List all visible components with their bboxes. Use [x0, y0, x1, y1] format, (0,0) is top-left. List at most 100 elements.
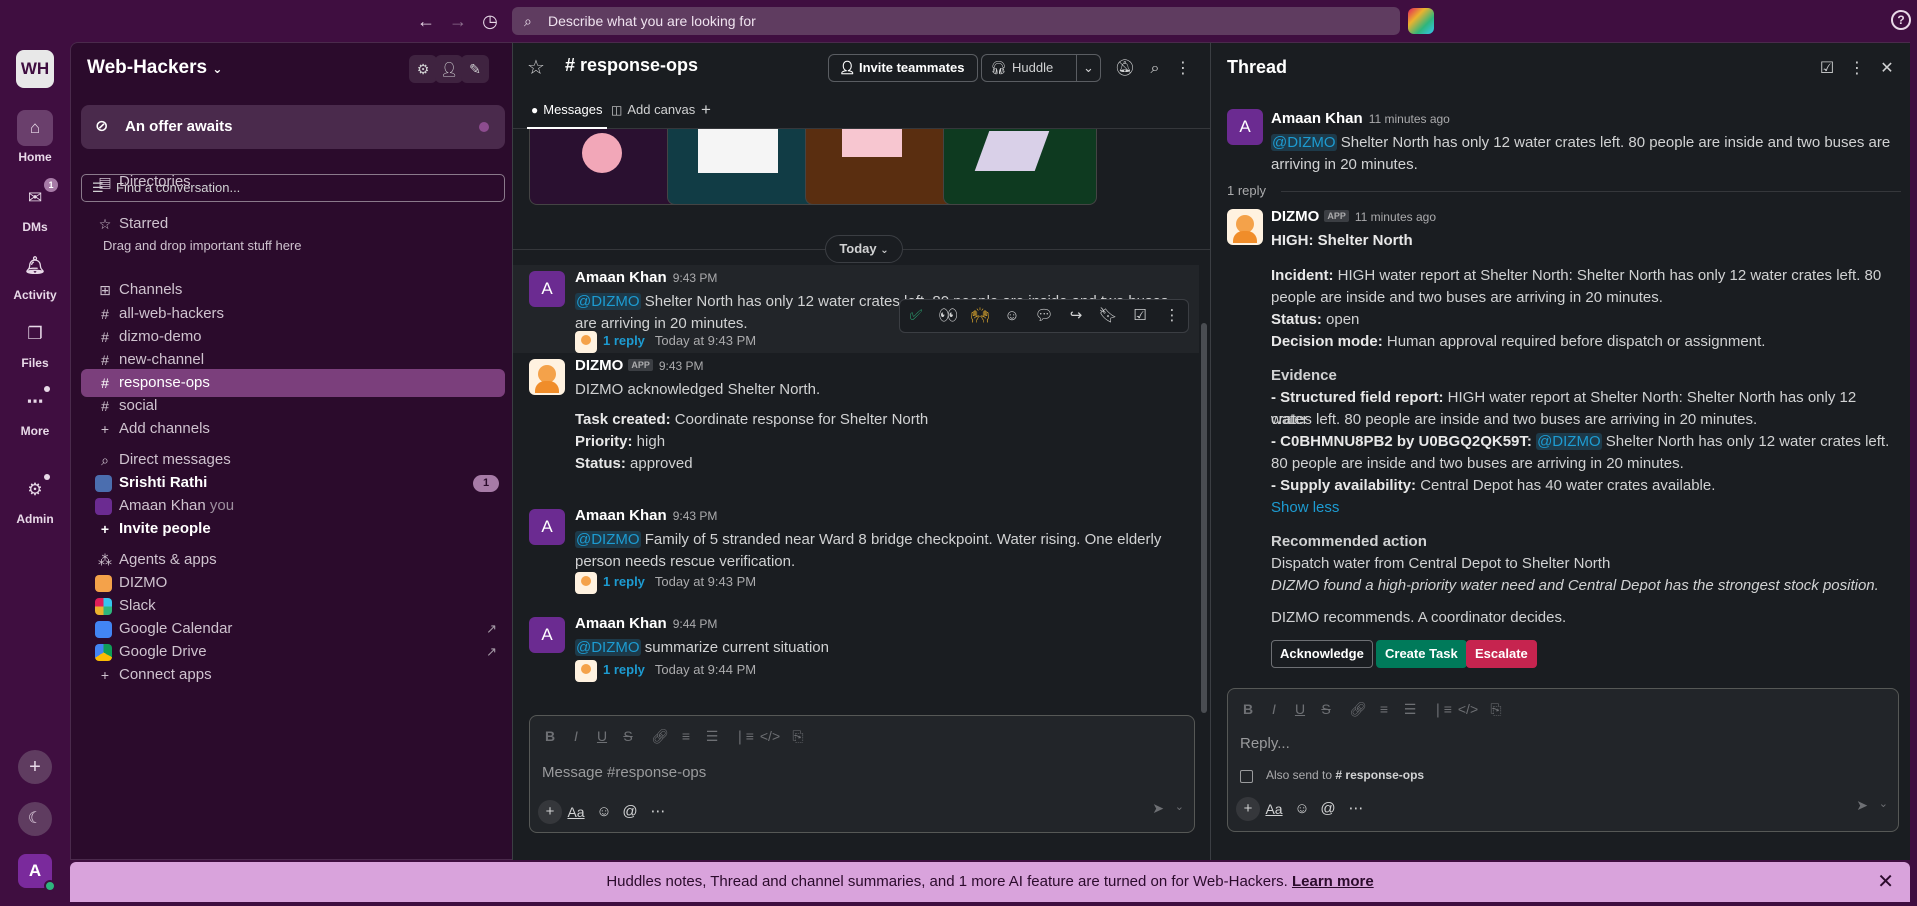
back-arrow-icon[interactable]: ← [414, 9, 438, 33]
bookmark-icon[interactable]: 🔖︎ [1092, 300, 1124, 332]
invite-teammates-button[interactable]: 👤︎ Invite teammates [828, 54, 978, 82]
bullet-list-icon[interactable]: ☰ [1398, 697, 1422, 721]
more-options-icon[interactable]: ⋯ [646, 800, 670, 824]
workspace-avatar[interactable]: WH [16, 50, 54, 88]
add-tab-plus-icon[interactable]: + [701, 93, 711, 129]
close-icon[interactable]: ✕ [1873, 55, 1901, 83]
close-icon[interactable]: ✕ [1877, 862, 1894, 902]
forward-icon[interactable]: ↪ [1060, 300, 1092, 332]
kebab-menu-icon[interactable]: ⋮ [1169, 55, 1197, 83]
escalate-button[interactable]: Escalate [1466, 640, 1537, 668]
message-time[interactable]: 9:43 PM [673, 509, 718, 523]
learn-more-link[interactable]: Learn more [1292, 873, 1374, 890]
send-icon[interactable]: ➤ [1152, 800, 1164, 817]
underline-icon[interactable]: U [1288, 697, 1312, 721]
code-icon[interactable]: </> [758, 724, 782, 748]
avatar[interactable]: A [1227, 109, 1263, 145]
chevron-down-icon[interactable]: ⌄ [1879, 797, 1888, 810]
user-avatar[interactable]: A [18, 854, 56, 892]
today-date-button[interactable]: Today ⌄ [825, 235, 903, 263]
thread-replies[interactable]: 1 reply Today at 9:44 PM [575, 659, 756, 682]
ordered-list-icon[interactable]: ≡ [1372, 697, 1396, 721]
reply-count-link[interactable]: 1 reply [603, 662, 645, 677]
attach-plus-icon[interactable]: + [538, 800, 562, 824]
reply-composer[interactable]: B I U S 🔗︎ ≡ ☰ ❘≡ </> ⎘ Reply... Also se… [1227, 688, 1899, 832]
add-channels-button[interactable]: + Add channels [81, 415, 505, 443]
send-icon[interactable]: ➤ [1856, 797, 1868, 814]
illustration-thumbnail[interactable] [529, 129, 683, 205]
help-icon[interactable]: ? [1891, 10, 1911, 30]
checklist-icon[interactable]: ☑ [1124, 300, 1156, 332]
thread-replies[interactable]: 1 reply Today at 9:43 PM [575, 330, 756, 353]
eyes-reaction-icon[interactable]: 👀︎ [932, 300, 964, 332]
emoji-icon[interactable]: ☺ [592, 800, 616, 824]
reply-thread-icon[interactable]: 💬︎ [1028, 300, 1060, 332]
reply-count-link[interactable]: 1 reply [603, 574, 645, 589]
author-name[interactable]: DIZMO [1271, 208, 1319, 225]
avatar[interactable]: A [529, 271, 565, 307]
ai-assistant-icon[interactable] [1408, 8, 1434, 34]
italic-icon[interactable]: I [1262, 697, 1286, 721]
settings-gear-icon[interactable]: ⚙ [409, 55, 437, 83]
rail-more[interactable]: ⋯ More [0, 384, 70, 438]
strikethrough-icon[interactable]: S [616, 724, 640, 748]
show-less-link[interactable]: Show less [1271, 497, 1891, 519]
scrollbar[interactable] [1201, 323, 1207, 713]
code-block-icon[interactable]: ⎘ [1484, 697, 1508, 721]
bullet-list-icon[interactable]: ☰ [700, 724, 724, 748]
message-item[interactable]: DIZMO APP 9:43 PM DIZMO acknowledged Shelt… [513, 355, 1199, 472]
ordered-list-icon[interactable]: ≡ [674, 724, 698, 748]
search-icon[interactable]: ⌕ [1141, 55, 1169, 83]
history-icon[interactable]: ◷ [478, 9, 502, 33]
kebab-menu-icon[interactable]: ⋮ [1843, 55, 1871, 83]
mention-link[interactable]: @DIZMO [575, 293, 641, 310]
add-reaction-icon[interactable]: ☺ [996, 300, 1028, 332]
bold-icon[interactable]: B [1236, 697, 1260, 721]
rail-admin[interactable]: ⚙ Admin [0, 472, 70, 526]
sidebar-directories[interactable]: ▤ Directories [81, 168, 505, 196]
blockquote-icon[interactable]: ❘≡ [732, 724, 756, 748]
avatar[interactable]: A [529, 617, 565, 653]
also-send-checkbox[interactable] [1240, 770, 1253, 783]
chevron-down-icon[interactable]: ⌄ [1076, 55, 1100, 81]
compose-icon[interactable]: ✎ [461, 55, 489, 83]
create-plus-icon[interactable]: + [18, 750, 52, 784]
reply-count-link[interactable]: 1 reply [603, 333, 645, 348]
text-format-icon[interactable]: Aa [1262, 797, 1286, 821]
more-options-icon[interactable]: ⋯ [1344, 797, 1368, 821]
author-name[interactable]: Amaan Khan [575, 615, 667, 632]
workspace-name[interactable]: Web-Hackers ⌄ [87, 57, 222, 79]
search-input[interactable]: ⌕ Describe what you are looking for [512, 7, 1400, 35]
huddle-button[interactable]: 🎧︎ Huddle ⌄ [981, 54, 1101, 82]
mention-link[interactable]: @DIZMO [1271, 134, 1337, 151]
raised-hands-reaction-icon[interactable]: 🙌︎ [964, 300, 996, 332]
text-format-icon[interactable]: Aa [564, 800, 588, 824]
show-less-text[interactable]: Show less [1271, 499, 1339, 516]
code-icon[interactable]: </> [1456, 697, 1480, 721]
author-name[interactable]: Amaan Khan [1271, 110, 1363, 127]
thread-replies[interactable]: 1 reply Today at 9:43 PM [575, 571, 756, 594]
avatar[interactable]: A [529, 509, 565, 545]
blockquote-icon[interactable]: ❘≡ [1430, 697, 1454, 721]
dark-mode-moon-icon[interactable]: ☾ [18, 802, 52, 836]
message-time[interactable]: 9:43 PM [673, 271, 718, 285]
forward-arrow-icon[interactable]: → [446, 9, 470, 33]
tab-add-canvas[interactable]: ◫ Add canvas [611, 93, 695, 129]
mention-link[interactable]: @DIZMO [1536, 433, 1602, 450]
offer-banner[interactable]: ⊘ An offer awaits [81, 105, 505, 149]
add-person-icon[interactable]: 👤︎ [435, 55, 463, 83]
section-starred[interactable]: ☆ Starred [81, 210, 505, 238]
more-actions-icon[interactable]: ⋮ [1156, 300, 1188, 332]
message-composer[interactable]: B I U S 🔗︎ ≡ ☰ ❘≡ </> ⎘ Message #respons… [529, 715, 1195, 833]
attach-plus-icon[interactable]: + [1236, 797, 1260, 821]
link-icon[interactable]: 🔗︎ [648, 724, 672, 748]
notification-bell-icon[interactable]: 🔕︎ [1111, 55, 1139, 83]
message-time[interactable]: 9:43 PM [659, 359, 704, 373]
rail-home[interactable]: ⌂ Home [0, 110, 70, 164]
chevron-down-icon[interactable]: ⌄ [1175, 800, 1184, 813]
rail-activity[interactable]: 🔔︎ Activity [0, 248, 70, 302]
dizmo-avatar[interactable] [529, 359, 565, 395]
strikethrough-icon[interactable]: S [1314, 697, 1338, 721]
rail-files[interactable]: ❐ Files [0, 316, 70, 370]
invite-people-button[interactable]: + Invite people [81, 515, 505, 543]
